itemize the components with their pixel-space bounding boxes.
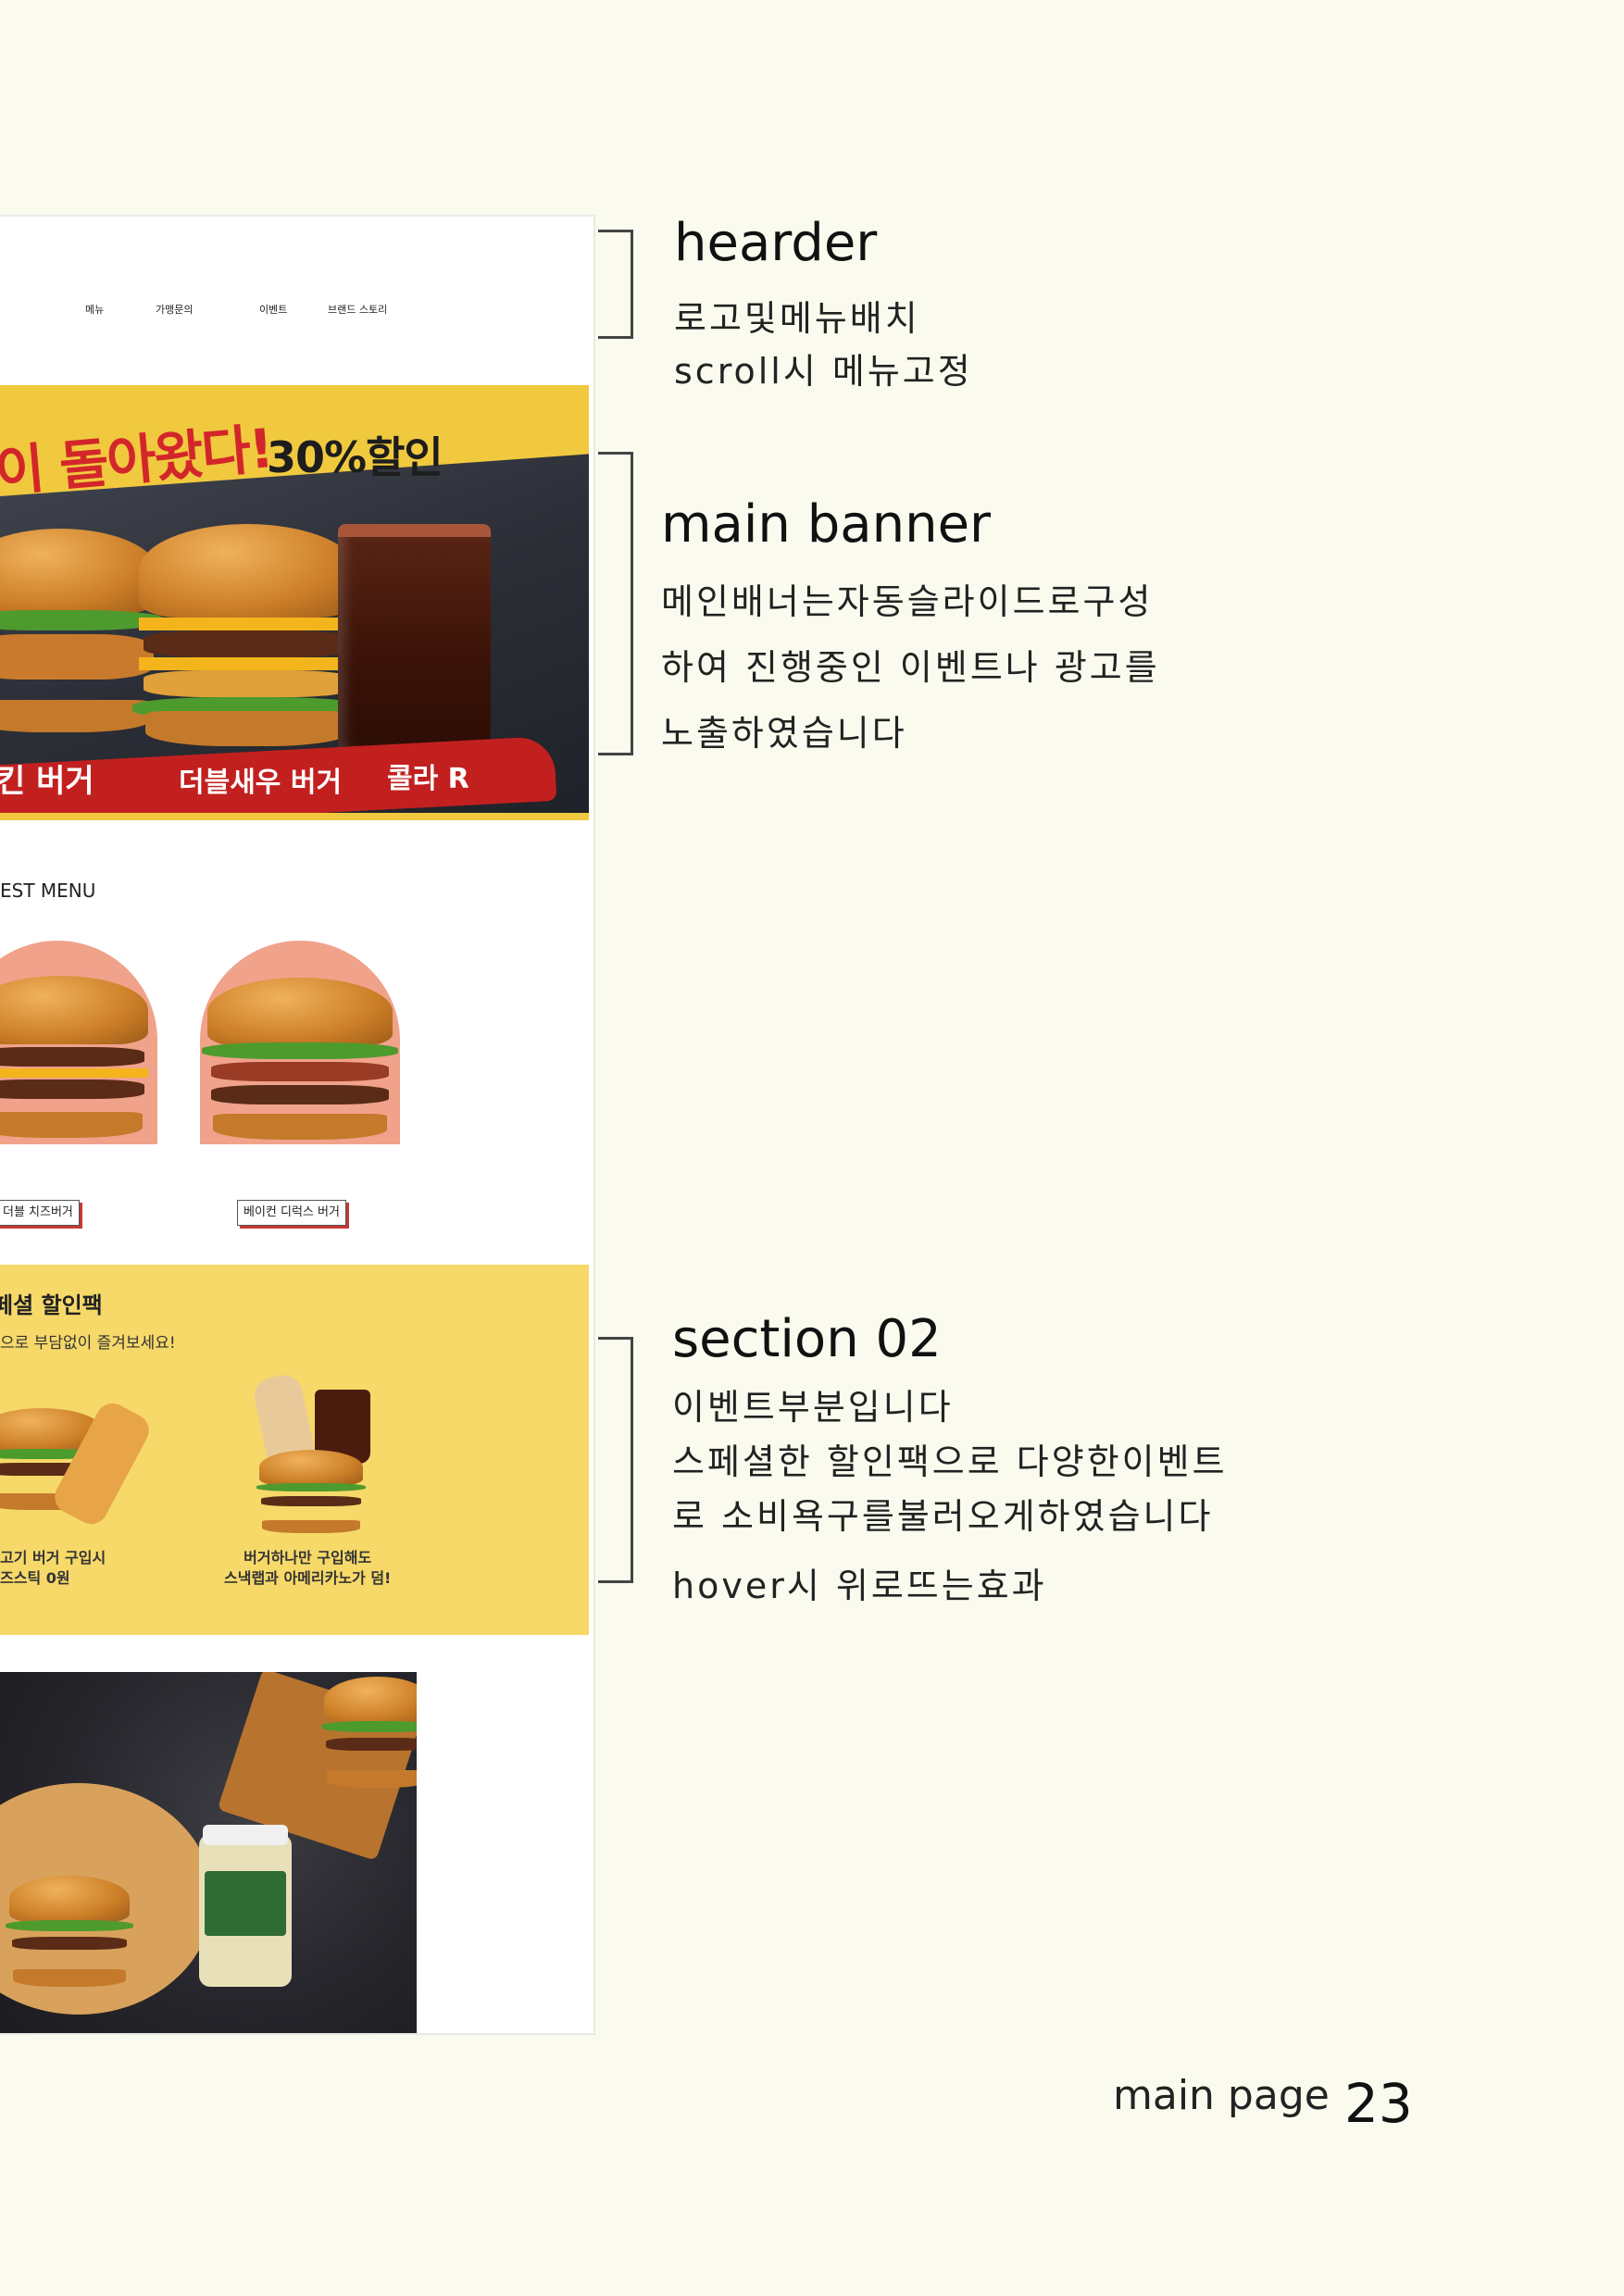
promo-1: 고기 버거 구입시 즈스틱 0원 (0, 1548, 106, 1589)
caption-double-shrimp-burger: 더블새우 버거 (179, 767, 343, 799)
banner-annotation-line-1: 메인배너는자동슬라이드로구성 (661, 581, 1154, 622)
promo-1-line-1: 고기 버거 구입시 (0, 1549, 106, 1566)
menu-label-bacon-deluxe-burger[interactable]: 베이컨 디럭스 버거 (237, 1200, 346, 1226)
section-annotation-line-4: hover시 위로뜨는효과 (672, 1566, 1047, 1606)
cola-image (338, 524, 491, 755)
banner-discount: 30%할인 (267, 432, 443, 482)
header-annotation: hearder 로고및메뉴배치 scroll시 메뉴고정 (674, 213, 973, 393)
photo-burger (6, 1876, 133, 1987)
section-annotation-line-2: 스페셜한 할인팩으로 다양한이벤트 (672, 1441, 1228, 1482)
section-bracket (598, 1337, 633, 1583)
sauce-jar-shape (199, 1825, 292, 1987)
photo-burger-2 (320, 1677, 417, 1788)
chicken-burger-image (0, 529, 164, 732)
banner-annotation-line-2: 하여 진행중인 이벤트나 광고를 (661, 647, 1160, 688)
menu-label-double-cheeseburger[interactable]: 더블 치즈버거 (0, 1200, 80, 1226)
special-burger-2-image[interactable] (256, 1450, 367, 1533)
double-cheeseburger-image[interactable] (0, 976, 148, 1138)
caption-cola: 콜라 R (387, 763, 469, 795)
header-bracket (598, 230, 633, 339)
footer-page-number: 23 (1344, 2072, 1413, 2135)
section-annotation-line-3: 로 소비욕구를불러오게하였습니다 (672, 1496, 1214, 1537)
section-annotation-title: section 02 (672, 1309, 942, 1369)
nav-item-menu[interactable]: 메뉴 (85, 302, 104, 317)
bacon-deluxe-burger-image[interactable] (202, 978, 398, 1140)
special-subtitle: 으로 부담없이 즐겨보세요! (0, 1334, 176, 1353)
banner-annotation: main banner 메인배너는자동슬라이드로구성 하여 진행중인 이벤트나 … (661, 494, 1160, 755)
website-mockup: 메뉴 가맹문의 이벤트 브랜드 스토리 이 돌아왔다! 30%할인 킨 버거 더… (0, 215, 595, 2035)
nav-item-franchise[interactable]: 가맹문의 (156, 302, 193, 317)
promo-1-line-2: 즈스틱 0원 (0, 1569, 70, 1587)
promo-2: 버거하나만 구입해도 스낵랩과 아메리카노가 덤! (224, 1548, 391, 1589)
nav-item-event[interactable]: 이벤트 (259, 302, 287, 317)
banner-annotation-title: main banner (661, 494, 992, 555)
footer-page-label: main page (1113, 2072, 1330, 2119)
site-header: 메뉴 가맹문의 이벤트 브랜드 스토리 (0, 217, 593, 385)
section-annotation-line-1: 이벤트부분입니다 (672, 1387, 954, 1428)
special-pack-section: 페셜 할인팩 으로 부담없이 즐겨보세요! 고기 버거 구입시 즈스틱 0원 버… (0, 1265, 589, 1635)
banner-bottom-strip (0, 813, 589, 820)
banner-annotation-line-3: 노출하였습니다 (661, 713, 907, 754)
best-menu-title: EST MENU (0, 880, 96, 902)
header-annotation-title: hearder (674, 213, 878, 273)
promo-2-line-2: 스낵랩과 아메리카노가 덤! (224, 1569, 392, 1587)
section-annotation: section 02 이벤트부분입니다 스페셜한 할인팩으로 다양한이벤트 로 … (672, 1309, 1228, 1608)
special-title: 페셜 할인팩 (0, 1292, 103, 1318)
double-shrimp-burger-image (131, 524, 364, 746)
promo-2-line-1: 버거하나만 구입해도 (244, 1549, 372, 1566)
header-annotation-line-2: scroll시 메뉴고정 (674, 351, 973, 392)
caption-chicken-burger: 킨 버거 (0, 763, 94, 800)
food-photo (0, 1672, 417, 2033)
best-menu-section: EST MENU 더블 치즈버거 베이컨 디럭스 버거 (0, 820, 593, 1265)
banner-bracket (598, 452, 633, 755)
main-banner[interactable]: 이 돌아왔다! 30%할인 킨 버거 더블새우 버거 콜라 R (0, 385, 589, 820)
header-annotation-line-1: 로고및메뉴배치 (674, 298, 920, 339)
nav-item-brand-story[interactable]: 브랜드 스토리 (328, 302, 387, 317)
